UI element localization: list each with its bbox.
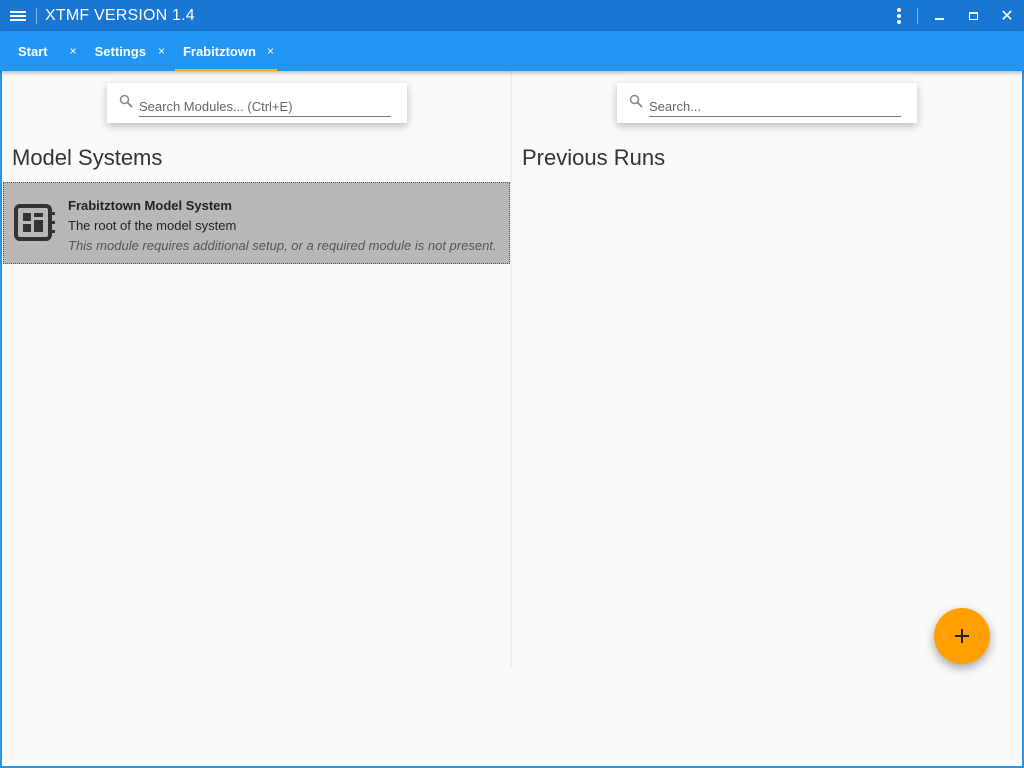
more-vert-dot (897, 13, 901, 18)
tab-frabitztown-close-icon[interactable]: × (267, 44, 274, 58)
search-icon (119, 94, 133, 108)
more-options-button[interactable] (881, 0, 917, 31)
title-separator (36, 7, 37, 24)
hamburger-icon (10, 10, 26, 22)
model-systems-title: Model Systems (12, 145, 163, 170)
maximize-button[interactable] (956, 0, 990, 31)
maximize-icon (968, 11, 978, 20)
controls-separator (917, 7, 918, 24)
minimize-icon (934, 17, 944, 20)
main-content: Model Systems Frabitztown Model System T… (2, 71, 1022, 766)
close-icon: ✕ (1000, 7, 1014, 25)
model-system-name: Frabitztown Model System (68, 198, 232, 213)
tab-bar: Start × Settings × Frabitztown × (0, 31, 1024, 71)
tab-start[interactable]: Start × (0, 31, 95, 71)
add-icon (955, 629, 969, 643)
module-search-input[interactable] (139, 97, 391, 117)
tab-settings-label: Settings (94, 43, 146, 59)
more-vert-dot (897, 19, 901, 24)
close-window-button[interactable]: ✕ (990, 0, 1024, 31)
previous-runs-title: Previous Runs (522, 145, 666, 170)
title-bar: XTMF VERSION 1.4 ✕ (0, 0, 1024, 31)
add-button[interactable] (934, 608, 990, 664)
tab-frabitztown-label: Frabitztown (182, 43, 256, 59)
minimize-button[interactable] (922, 0, 956, 31)
model-system-description: The root of the model system (68, 218, 237, 233)
module-search-box (107, 83, 407, 123)
panel-divider (510, 71, 512, 667)
runs-search-box (617, 83, 917, 123)
more-vert-icon (897, 7, 901, 12)
model-system-icon (14, 204, 55, 241)
model-system-item[interactable]: Frabitztown Model System The root of the… (3, 182, 510, 264)
tab-start-close-icon[interactable]: × (70, 44, 77, 58)
app-title: XTMF VERSION 1.4 (45, 6, 195, 24)
model-system-warning: This module requires additional setup, o… (68, 238, 497, 253)
tab-settings[interactable]: Settings × (95, 31, 183, 71)
hamburger-menu-button[interactable] (0, 0, 36, 31)
tab-settings-close-icon[interactable]: × (158, 44, 165, 58)
tab-frabitztown[interactable]: Frabitztown (174, 31, 277, 71)
runs-search-input[interactable] (649, 97, 901, 117)
window-border-left (0, 71, 2, 768)
search-icon (629, 94, 643, 108)
tab-start-label: Start (18, 43, 48, 59)
tab-frabitztown-close[interactable]: × (267, 31, 274, 71)
window-controls: ✕ (881, 0, 1024, 31)
